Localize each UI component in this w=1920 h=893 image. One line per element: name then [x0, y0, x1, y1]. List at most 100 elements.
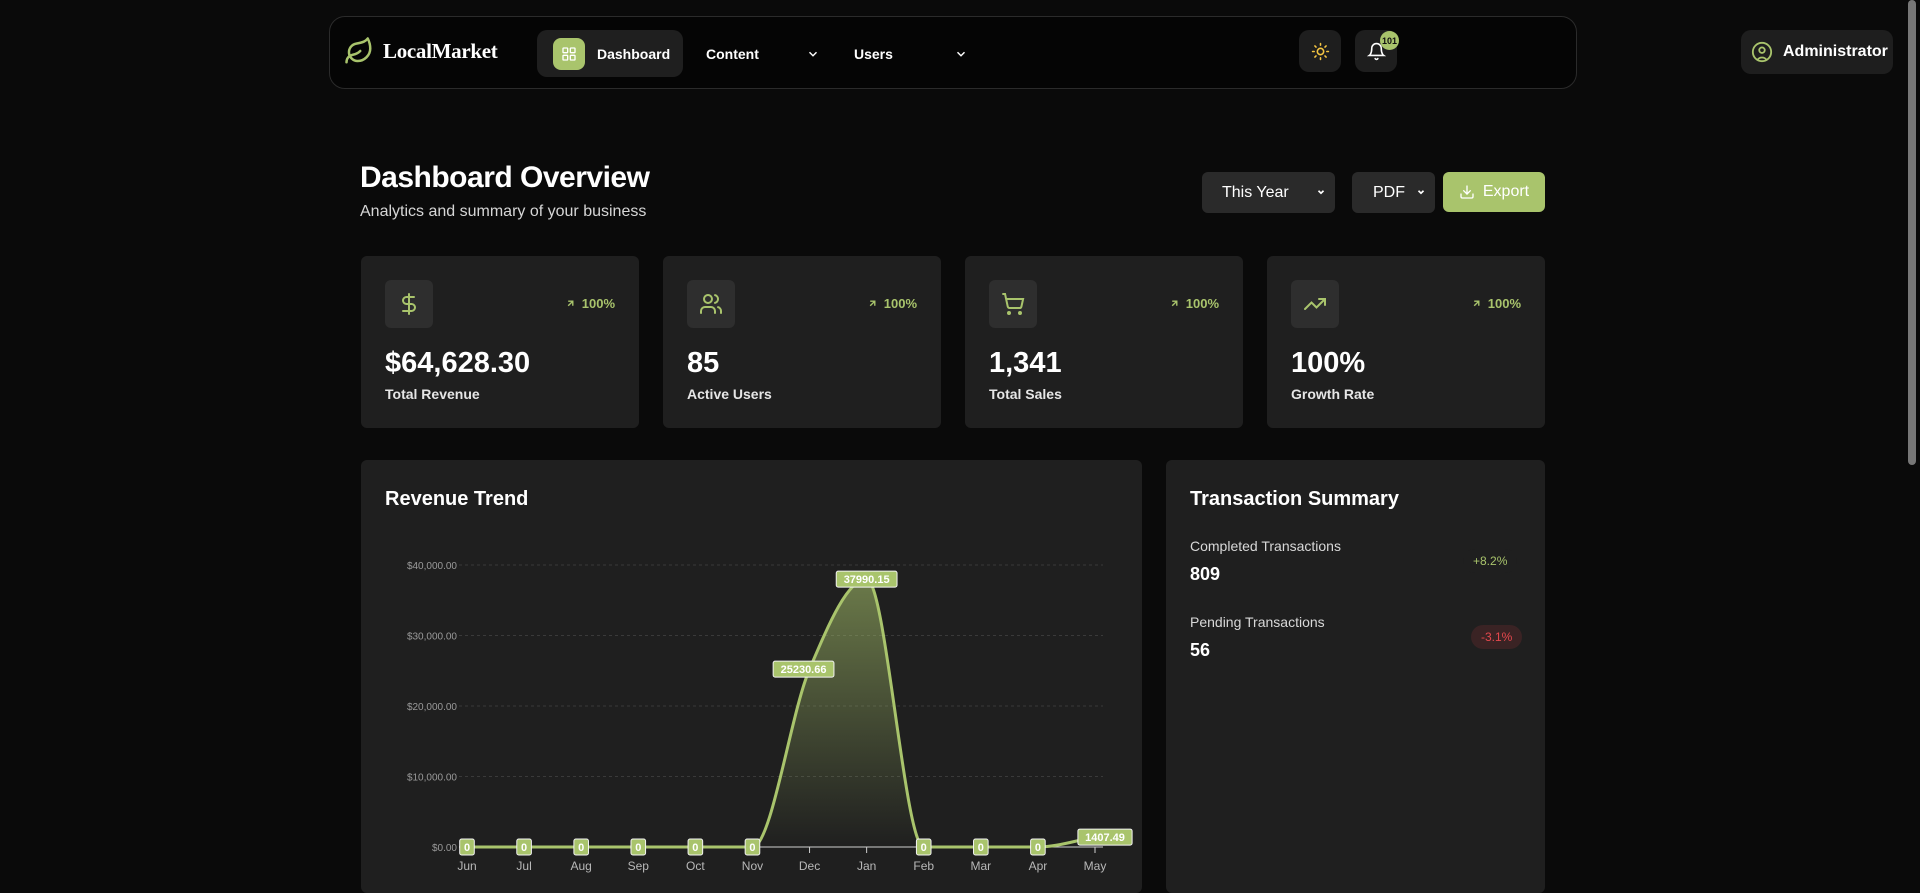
data-label: 25230.66 [772, 660, 835, 678]
x-tick-label: Nov [742, 859, 763, 873]
x-tick-label: May [1084, 859, 1107, 873]
y-tick-label: $0.00 [432, 843, 457, 854]
svg-text:0: 0 [635, 842, 641, 854]
data-label: 37990.15 [835, 570, 898, 588]
stat-delta-value: 100% [883, 296, 917, 311]
svg-text:0: 0 [464, 842, 470, 854]
nav-users-dropdown[interactable]: Users [854, 30, 974, 77]
nav-content-dropdown[interactable]: Content [706, 30, 826, 77]
scrollbar-thumb[interactable] [1908, 0, 1916, 465]
svg-text:37990.15: 37990.15 [844, 574, 890, 586]
arrow-up-right-icon [1171, 300, 1178, 307]
x-tick-label: Jul [516, 859, 531, 873]
brand-name: LocalMarket [383, 38, 498, 63]
svg-text:1407.49: 1407.49 [1085, 832, 1125, 844]
transaction-summary-title: Transaction Summary [1190, 488, 1399, 510]
x-tick-label: Apr [1029, 859, 1048, 873]
user-circle-icon [1751, 41, 1773, 63]
x-tick-label: Jan [857, 859, 876, 873]
stat-delta: 100% [1169, 296, 1219, 311]
stat-card-sales: 100% 1,341 Total Sales [965, 256, 1243, 428]
data-label: 0 [630, 838, 647, 856]
format-select[interactable]: PDF [1352, 172, 1435, 213]
dollar-icon [385, 280, 433, 328]
data-label: 1407.49 [1077, 828, 1133, 846]
data-label: 0 [744, 838, 761, 856]
chevron-down-icon [956, 51, 966, 57]
completed-transactions-value: 809 [1190, 564, 1221, 584]
y-tick-label: $20,000.00 [407, 702, 457, 713]
data-label: 0 [459, 838, 475, 856]
completed-transactions-label: Completed Transactions [1190, 538, 1341, 554]
svg-text:0: 0 [978, 842, 984, 854]
stat-label: Growth Rate [1291, 386, 1375, 402]
stat-card-growth: 100% 100% Growth Rate [1267, 256, 1545, 428]
brand[interactable]: LocalMarket [344, 36, 498, 66]
x-tick-label: Dec [799, 859, 820, 873]
chevron-down-icon [1317, 190, 1325, 195]
data-label: 0 [687, 838, 704, 856]
users-icon [687, 280, 735, 328]
top-navbar: LocalMarket Dashboard Content Users Admi… [329, 16, 1893, 89]
stat-card-users: 100% 85 Active Users [663, 256, 941, 428]
stat-label: Total Revenue [385, 386, 480, 402]
revenue-trend-panel: Revenue Trend $0.00 $10,000.00 $20,000.00 $… [361, 460, 1142, 893]
stat-label: Total Sales [989, 386, 1062, 402]
pending-transactions-value: 56 [1190, 640, 1211, 660]
nav-users-label: Users [854, 45, 893, 62]
page-subtitle: Analytics and summary of your business [360, 203, 647, 220]
svg-text:0: 0 [578, 842, 584, 854]
pending-change-badge: -3.1% [1471, 625, 1523, 649]
export-button[interactable]: Export [1443, 172, 1545, 212]
nav-dashboard[interactable]: Dashboard [537, 30, 683, 77]
stat-delta-value: 100% [1185, 296, 1219, 311]
svg-text:0: 0 [521, 842, 527, 854]
x-tick-label: Oct [686, 859, 705, 873]
leaf-logo-icon [345, 37, 372, 64]
arrow-up-right-icon [567, 300, 574, 307]
trending-up-icon [1291, 280, 1339, 328]
data-label: 0 [915, 838, 932, 856]
x-tick-label: Aug [571, 859, 592, 873]
x-tick-label: Mar [970, 859, 991, 873]
chevron-down-icon [1417, 190, 1425, 195]
cart-icon [989, 280, 1037, 328]
stat-card-revenue: 100% $64,628.30 Total Revenue [361, 256, 639, 428]
data-label: 0 [573, 838, 589, 856]
notification-badge: 101 [1380, 31, 1400, 50]
data-label: 0 [973, 838, 989, 856]
svg-text:0: 0 [1035, 842, 1041, 854]
stat-value: 100% [1291, 347, 1366, 379]
svg-text:0: 0 [692, 842, 698, 854]
export-label: Export [1482, 183, 1530, 200]
y-tick-label: $10,000.00 [407, 773, 457, 784]
x-tick-label: Feb [913, 859, 934, 873]
sun-icon [1311, 42, 1329, 60]
theme-toggle-button[interactable] [1299, 30, 1341, 72]
stat-delta-value: 100% [581, 296, 615, 311]
revenue-trend-chart[interactable]: $0.00 $10,000.00 $20,000.00 $30,000.00 $40,0… [361, 460, 1142, 893]
pending-transactions-label: Pending Transactions [1190, 614, 1325, 630]
svg-text:0: 0 [921, 842, 927, 854]
user-menu-button[interactable]: Administrator [1741, 30, 1893, 74]
data-label: 0 [1030, 838, 1046, 856]
stat-delta: 100% [867, 296, 917, 311]
stat-delta: 100% [1471, 296, 1521, 311]
page-scrollbar[interactable] [1903, 0, 1920, 893]
nav-dashboard-label: Dashboard [597, 45, 671, 62]
nav-content-label: Content [706, 45, 759, 62]
stat-value: 85 [687, 347, 720, 379]
y-tick-label: $30,000.00 [407, 632, 457, 643]
download-icon [1460, 185, 1474, 199]
svg-text:0: 0 [749, 842, 755, 854]
stat-label: Active Users [687, 386, 772, 402]
stat-delta: 100% [565, 296, 615, 311]
period-select-value: This Year [1222, 183, 1289, 201]
format-select-value: PDF [1373, 183, 1405, 201]
data-label: 0 [516, 838, 532, 856]
transaction-summary-panel: Transaction Summary Completed Transactio… [1166, 460, 1545, 893]
period-select[interactable]: This Year [1202, 172, 1335, 213]
page-title: Dashboard Overview [360, 161, 650, 194]
x-tick-label: Jun [457, 859, 476, 873]
x-tick-label: Sep [628, 859, 650, 873]
